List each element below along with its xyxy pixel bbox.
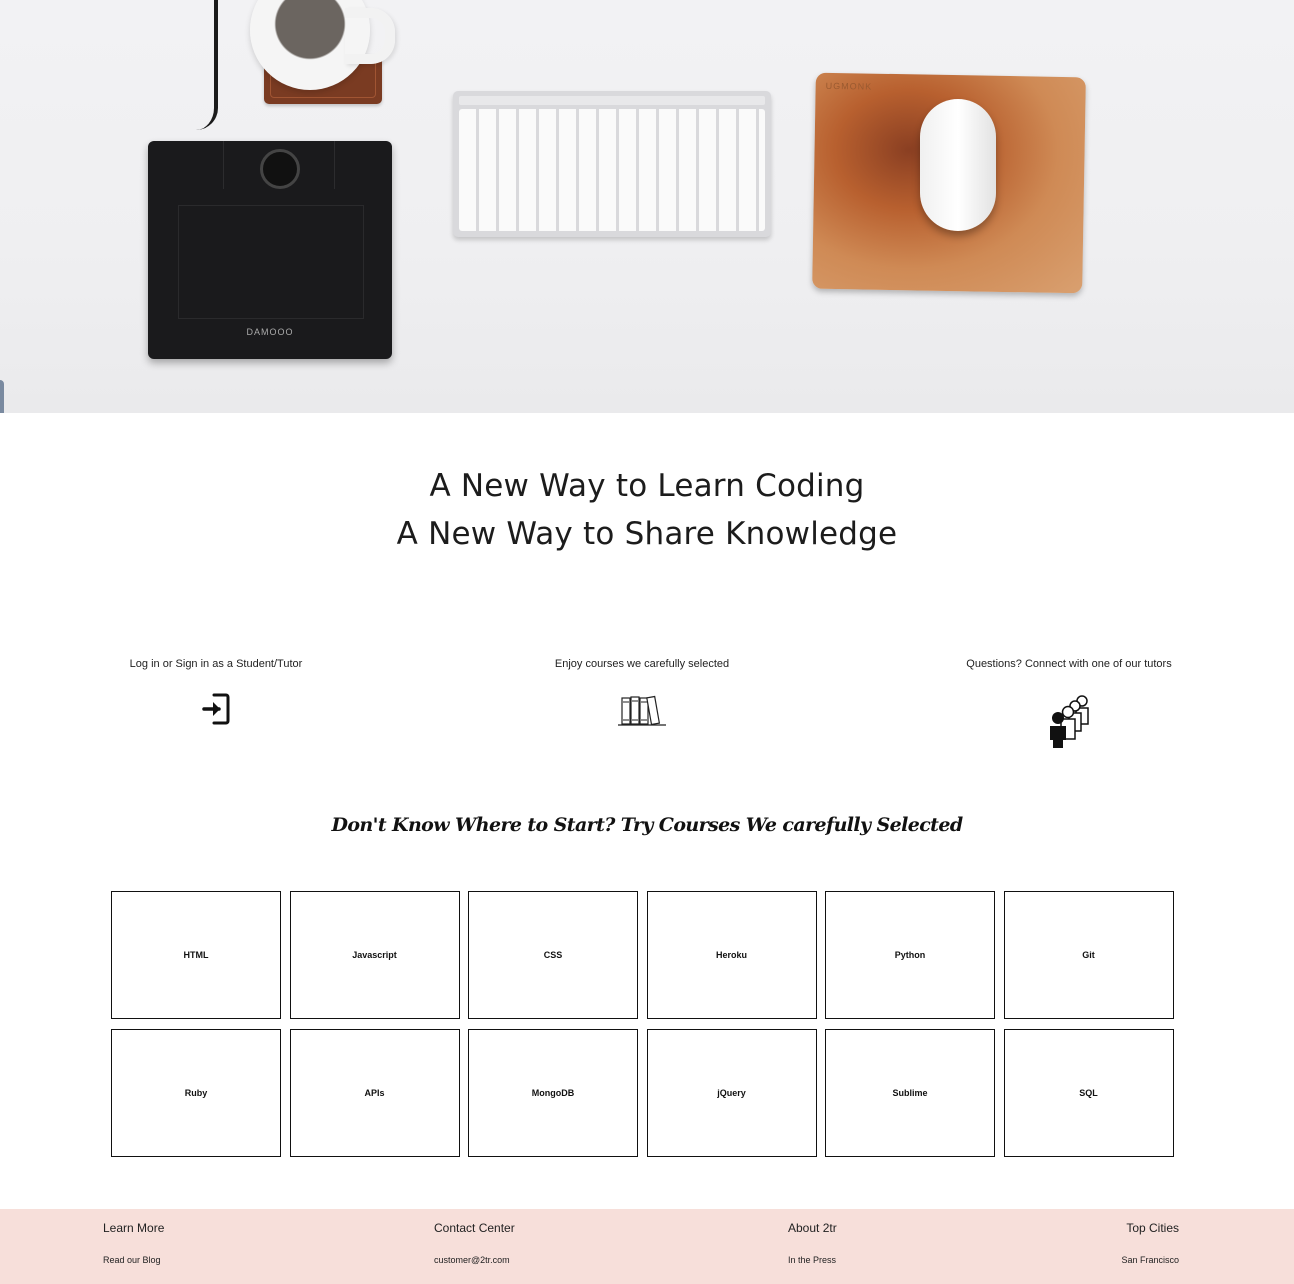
desk-edge bbox=[0, 380, 4, 413]
course-card-html[interactable]: HTML bbox=[111, 891, 281, 1019]
footer-link-blog[interactable]: Read our Blog bbox=[103, 1255, 164, 1265]
feature-login[interactable]: Log in or Sign in as a Student/Tutor bbox=[66, 658, 366, 726]
mousepad-label: UGMONK bbox=[825, 80, 873, 92]
mouse bbox=[920, 99, 996, 231]
keyboard-function-row bbox=[459, 96, 765, 105]
courses-heading: Don't Know Where to Start? Try Courses W… bbox=[331, 814, 963, 836]
login-icon[interactable] bbox=[200, 692, 232, 726]
footer-column-about: About 2tr In the Press bbox=[788, 1221, 837, 1265]
footer-link-press[interactable]: In the Press bbox=[788, 1255, 837, 1265]
footer-heading: Contact Center bbox=[434, 1221, 515, 1235]
course-card-javascript[interactable]: Javascript bbox=[289, 891, 460, 1019]
tablet-cable bbox=[196, 0, 218, 130]
keyboard-keys bbox=[459, 109, 765, 231]
course-card-ruby[interactable]: Ruby bbox=[111, 1029, 281, 1157]
footer-heading: Learn More bbox=[103, 1221, 165, 1235]
footer-column-learn-more: Learn More Read our Blog bbox=[103, 1221, 164, 1265]
tablet-active-area bbox=[178, 205, 364, 319]
tablet-dial bbox=[260, 149, 300, 189]
footer-link-city[interactable]: San Francisco bbox=[1121, 1255, 1179, 1265]
course-card-heroku[interactable]: Heroku bbox=[646, 891, 817, 1019]
feature-tutors[interactable]: Questions? Connect with one of our tutor… bbox=[919, 658, 1219, 748]
hero-image: DAMOOO UGMONK bbox=[0, 0, 1294, 413]
course-card-python[interactable]: Python bbox=[825, 891, 995, 1019]
course-grid: HTML Javascript CSS Heroku Python Git Ru… bbox=[111, 891, 1175, 1157]
mug-handle bbox=[345, 8, 395, 64]
feature-courses[interactable]: Enjoy courses we carefully selected bbox=[492, 658, 792, 728]
course-card-git[interactable]: Git bbox=[1003, 891, 1174, 1019]
headline-line-1: A New Way to Learn Coding bbox=[429, 468, 865, 504]
course-card-mongodb[interactable]: MongoDB bbox=[468, 1029, 638, 1157]
footer-link-email[interactable]: customer@2tr.com bbox=[434, 1255, 515, 1265]
books-icon[interactable] bbox=[616, 692, 668, 728]
footer: Learn More Read our Blog Contact Center … bbox=[0, 1209, 1294, 1284]
course-card-sublime[interactable]: Sublime bbox=[825, 1029, 995, 1157]
headline-line-2: A New Way to Share Knowledge bbox=[396, 516, 898, 552]
keyboard bbox=[453, 91, 771, 237]
feature-tutors-text: Questions? Connect with one of our tutor… bbox=[966, 658, 1172, 670]
course-card-apis[interactable]: APIs bbox=[289, 1029, 460, 1157]
footer-heading: About 2tr bbox=[788, 1221, 837, 1235]
course-card-sql[interactable]: SQL bbox=[1003, 1029, 1174, 1157]
course-card-css[interactable]: CSS bbox=[468, 891, 638, 1019]
footer-column-cities: Top Cities San Francisco bbox=[1121, 1221, 1179, 1265]
people-icon[interactable] bbox=[1046, 692, 1092, 748]
feature-courses-text: Enjoy courses we carefully selected bbox=[554, 658, 730, 670]
tablet-brand: DAMOOO bbox=[246, 327, 294, 337]
drawing-tablet: DAMOOO bbox=[148, 141, 392, 359]
course-card-jquery[interactable]: jQuery bbox=[646, 1029, 817, 1157]
feature-login-text: Log in or Sign in as a Student/Tutor bbox=[129, 658, 303, 670]
footer-column-contact: Contact Center customer@2tr.com bbox=[434, 1221, 515, 1265]
footer-heading: Top Cities bbox=[1126, 1221, 1179, 1235]
